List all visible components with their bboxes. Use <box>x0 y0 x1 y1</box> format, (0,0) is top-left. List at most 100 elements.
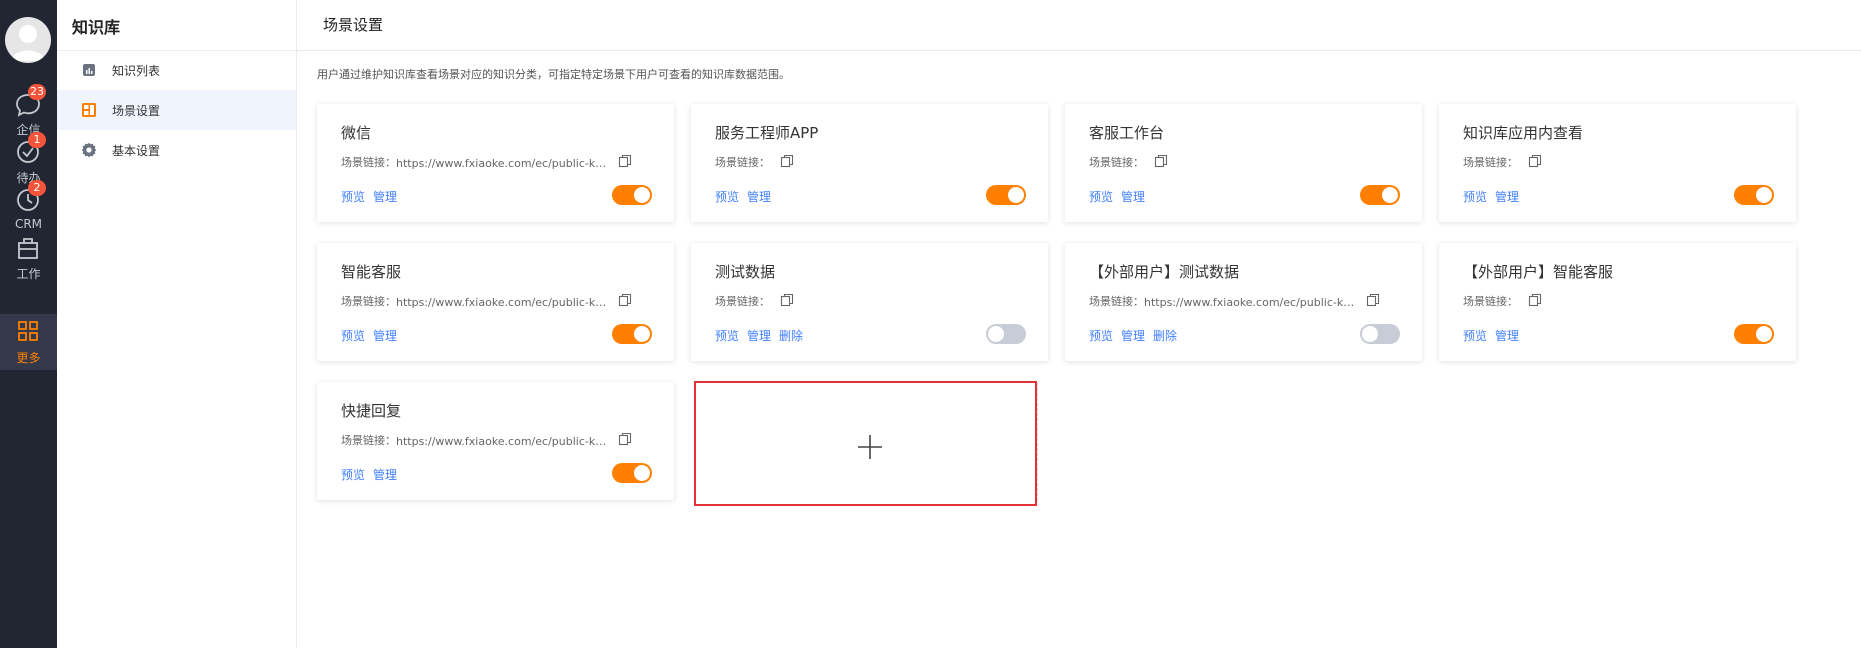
copy-icon[interactable] <box>618 432 632 446</box>
copy-icon[interactable] <box>1366 293 1380 307</box>
grid-icon <box>18 321 38 341</box>
scene-link-url: https://www.fxiaoke.com/ec/public-knowle… <box>396 157 608 170</box>
scene-link-url: https://www.fxiaoke.com/ec/public-knowle… <box>396 296 608 309</box>
scene-actions: 预览 管理 <box>1089 188 1153 205</box>
scene-card-title: 【外部用户】测试数据 <box>1089 263 1240 281</box>
gear-icon <box>81 142 97 158</box>
copy-icon[interactable] <box>1528 154 1542 168</box>
rail-item-label: 更多 <box>16 351 41 365</box>
preview-link[interactable]: 预览 <box>1089 190 1113 204</box>
drop-guide-line <box>1037 383 1038 501</box>
scene-link-label: 场景链接： <box>715 295 770 308</box>
scene-link-row: 场景链接：https://www.fxiaoke.com/ec/public-k… <box>1089 293 1380 309</box>
manage-link[interactable]: 管理 <box>373 329 397 343</box>
scene-link-label: 场景链接： <box>341 434 396 447</box>
scene-actions: 预览 管理 <box>715 188 779 205</box>
scene-actions: 预览 管理 删除 <box>1089 327 1185 344</box>
copy-icon[interactable] <box>780 293 794 307</box>
preview-link[interactable]: 预览 <box>1463 329 1487 343</box>
scene-actions: 预览 管理 <box>1463 188 1527 205</box>
copy-icon[interactable] <box>1528 293 1542 307</box>
scene-card-title: 测试数据 <box>715 263 776 281</box>
todo-badge: 1 <box>28 132 46 148</box>
scene-link-row: 场景链接： <box>715 154 794 170</box>
scene-actions: 预览 管理 <box>341 188 405 205</box>
preview-link[interactable]: 预览 <box>341 329 365 343</box>
scene-enable-toggle[interactable] <box>1734 324 1774 344</box>
plus-icon <box>858 435 882 459</box>
scene-enable-toggle[interactable] <box>612 463 652 483</box>
scene-card-title: 服务工程师APP <box>715 124 819 142</box>
manage-link[interactable]: 管理 <box>747 329 771 343</box>
briefcase-icon <box>18 238 38 259</box>
scene-card-title: 客服工作台 <box>1089 124 1165 142</box>
scene-actions: 预览 管理 <box>341 466 405 483</box>
scene-link-row: 场景链接：https://www.fxiaoke.com/ec/public-k… <box>341 154 632 170</box>
rail-item-more[interactable]: 更多 <box>0 314 57 370</box>
rail-item-work[interactable]: 工作 <box>0 230 57 286</box>
toggle-knob <box>1382 187 1398 203</box>
preview-link[interactable]: 预览 <box>715 329 739 343</box>
add-scene-button[interactable] <box>694 381 1037 506</box>
scene-link-label: 场景链接： <box>1089 156 1144 169</box>
manage-link[interactable]: 管理 <box>747 190 771 204</box>
scene-enable-toggle[interactable] <box>1734 185 1774 205</box>
rail-item-label: 工作 <box>16 267 41 281</box>
scene-card: 客服工作台场景链接： 预览 管理 <box>1065 104 1422 222</box>
scene-link-row: 场景链接： <box>1463 154 1542 170</box>
scene-enable-toggle[interactable] <box>986 185 1026 205</box>
scene-link-row: 场景链接： <box>715 293 794 309</box>
app-rail: 23 企信 1 待办 2 CRM 工作 更多 <box>0 0 57 648</box>
preview-link[interactable]: 预览 <box>341 468 365 482</box>
sidebar-item-scene-settings[interactable]: 场景设置 <box>57 90 296 130</box>
preview-link[interactable]: 预览 <box>1463 190 1487 204</box>
scene-link-url: https://www.fxiaoke.com/ec/public-knowle… <box>396 435 608 448</box>
scene-link-row: 场景链接： <box>1463 293 1542 309</box>
sidebar-item-label: 场景设置 <box>112 104 161 118</box>
manage-link[interactable]: 管理 <box>373 468 397 482</box>
sidebar-item-knowledge-list[interactable]: 知识列表 <box>57 50 296 90</box>
preview-link[interactable]: 预览 <box>1089 329 1113 343</box>
preview-link[interactable]: 预览 <box>715 190 739 204</box>
sidebar-item-label: 基本设置 <box>112 144 161 158</box>
manage-link[interactable]: 管理 <box>1121 329 1145 343</box>
toggle-knob <box>634 326 650 342</box>
manage-link[interactable]: 管理 <box>1121 190 1145 204</box>
scene-link-label: 场景链接： <box>1463 295 1518 308</box>
toggle-knob <box>634 465 650 481</box>
sidebar-item-label: 知识列表 <box>112 64 161 78</box>
scene-enable-toggle[interactable] <box>986 324 1026 344</box>
sidebar-title: 知识库 <box>72 18 121 37</box>
scene-card: 【外部用户】智能客服 场景链接： 预览 管理 <box>1439 243 1796 361</box>
delete-link[interactable]: 删除 <box>1153 329 1177 343</box>
copy-icon[interactable] <box>618 154 632 168</box>
toggle-knob <box>1756 326 1772 342</box>
copy-icon[interactable] <box>780 154 794 168</box>
delete-link[interactable]: 删除 <box>779 329 803 343</box>
toggle-knob <box>1756 187 1772 203</box>
layout-icon <box>82 103 96 117</box>
scene-enable-toggle[interactable] <box>1360 185 1400 205</box>
manage-link[interactable]: 管理 <box>1495 329 1519 343</box>
unread-badge: 23 <box>28 84 46 100</box>
preview-link[interactable]: 预览 <box>341 190 365 204</box>
manage-link[interactable]: 管理 <box>373 190 397 204</box>
rail-item-label: CRM <box>14 217 43 231</box>
scene-card: 知识库应用内查看 场景链接： 预览 管理 <box>1439 104 1796 222</box>
scene-enable-toggle[interactable] <box>1360 324 1400 344</box>
bar-chart-icon <box>83 64 95 76</box>
scene-card: 快捷回复 场景链接：https://www.fxiaoke.com/ec/publ… <box>317 382 674 500</box>
scene-card: 测试数据场景链接： 预览 管理 删除 <box>691 243 1048 361</box>
scene-enable-toggle[interactable] <box>612 185 652 205</box>
sidebar-item-basic-settings[interactable]: 基本设置 <box>57 130 296 170</box>
avatar[interactable] <box>5 17 51 63</box>
scene-link-label: 场景链接： <box>1463 156 1518 169</box>
knowledge-sidebar: 知识库 知识列表 场景设置 基本设置 <box>57 0 297 648</box>
copy-icon[interactable] <box>1154 154 1168 168</box>
scene-card: 【外部用户】测试数据场景链接：https://www.fxiaoke.com/e… <box>1065 243 1422 361</box>
scene-enable-toggle[interactable] <box>612 324 652 344</box>
copy-icon[interactable] <box>618 293 632 307</box>
page-title: 场景设置 <box>323 16 384 34</box>
manage-link[interactable]: 管理 <box>1495 190 1519 204</box>
toggle-knob <box>1362 326 1378 342</box>
